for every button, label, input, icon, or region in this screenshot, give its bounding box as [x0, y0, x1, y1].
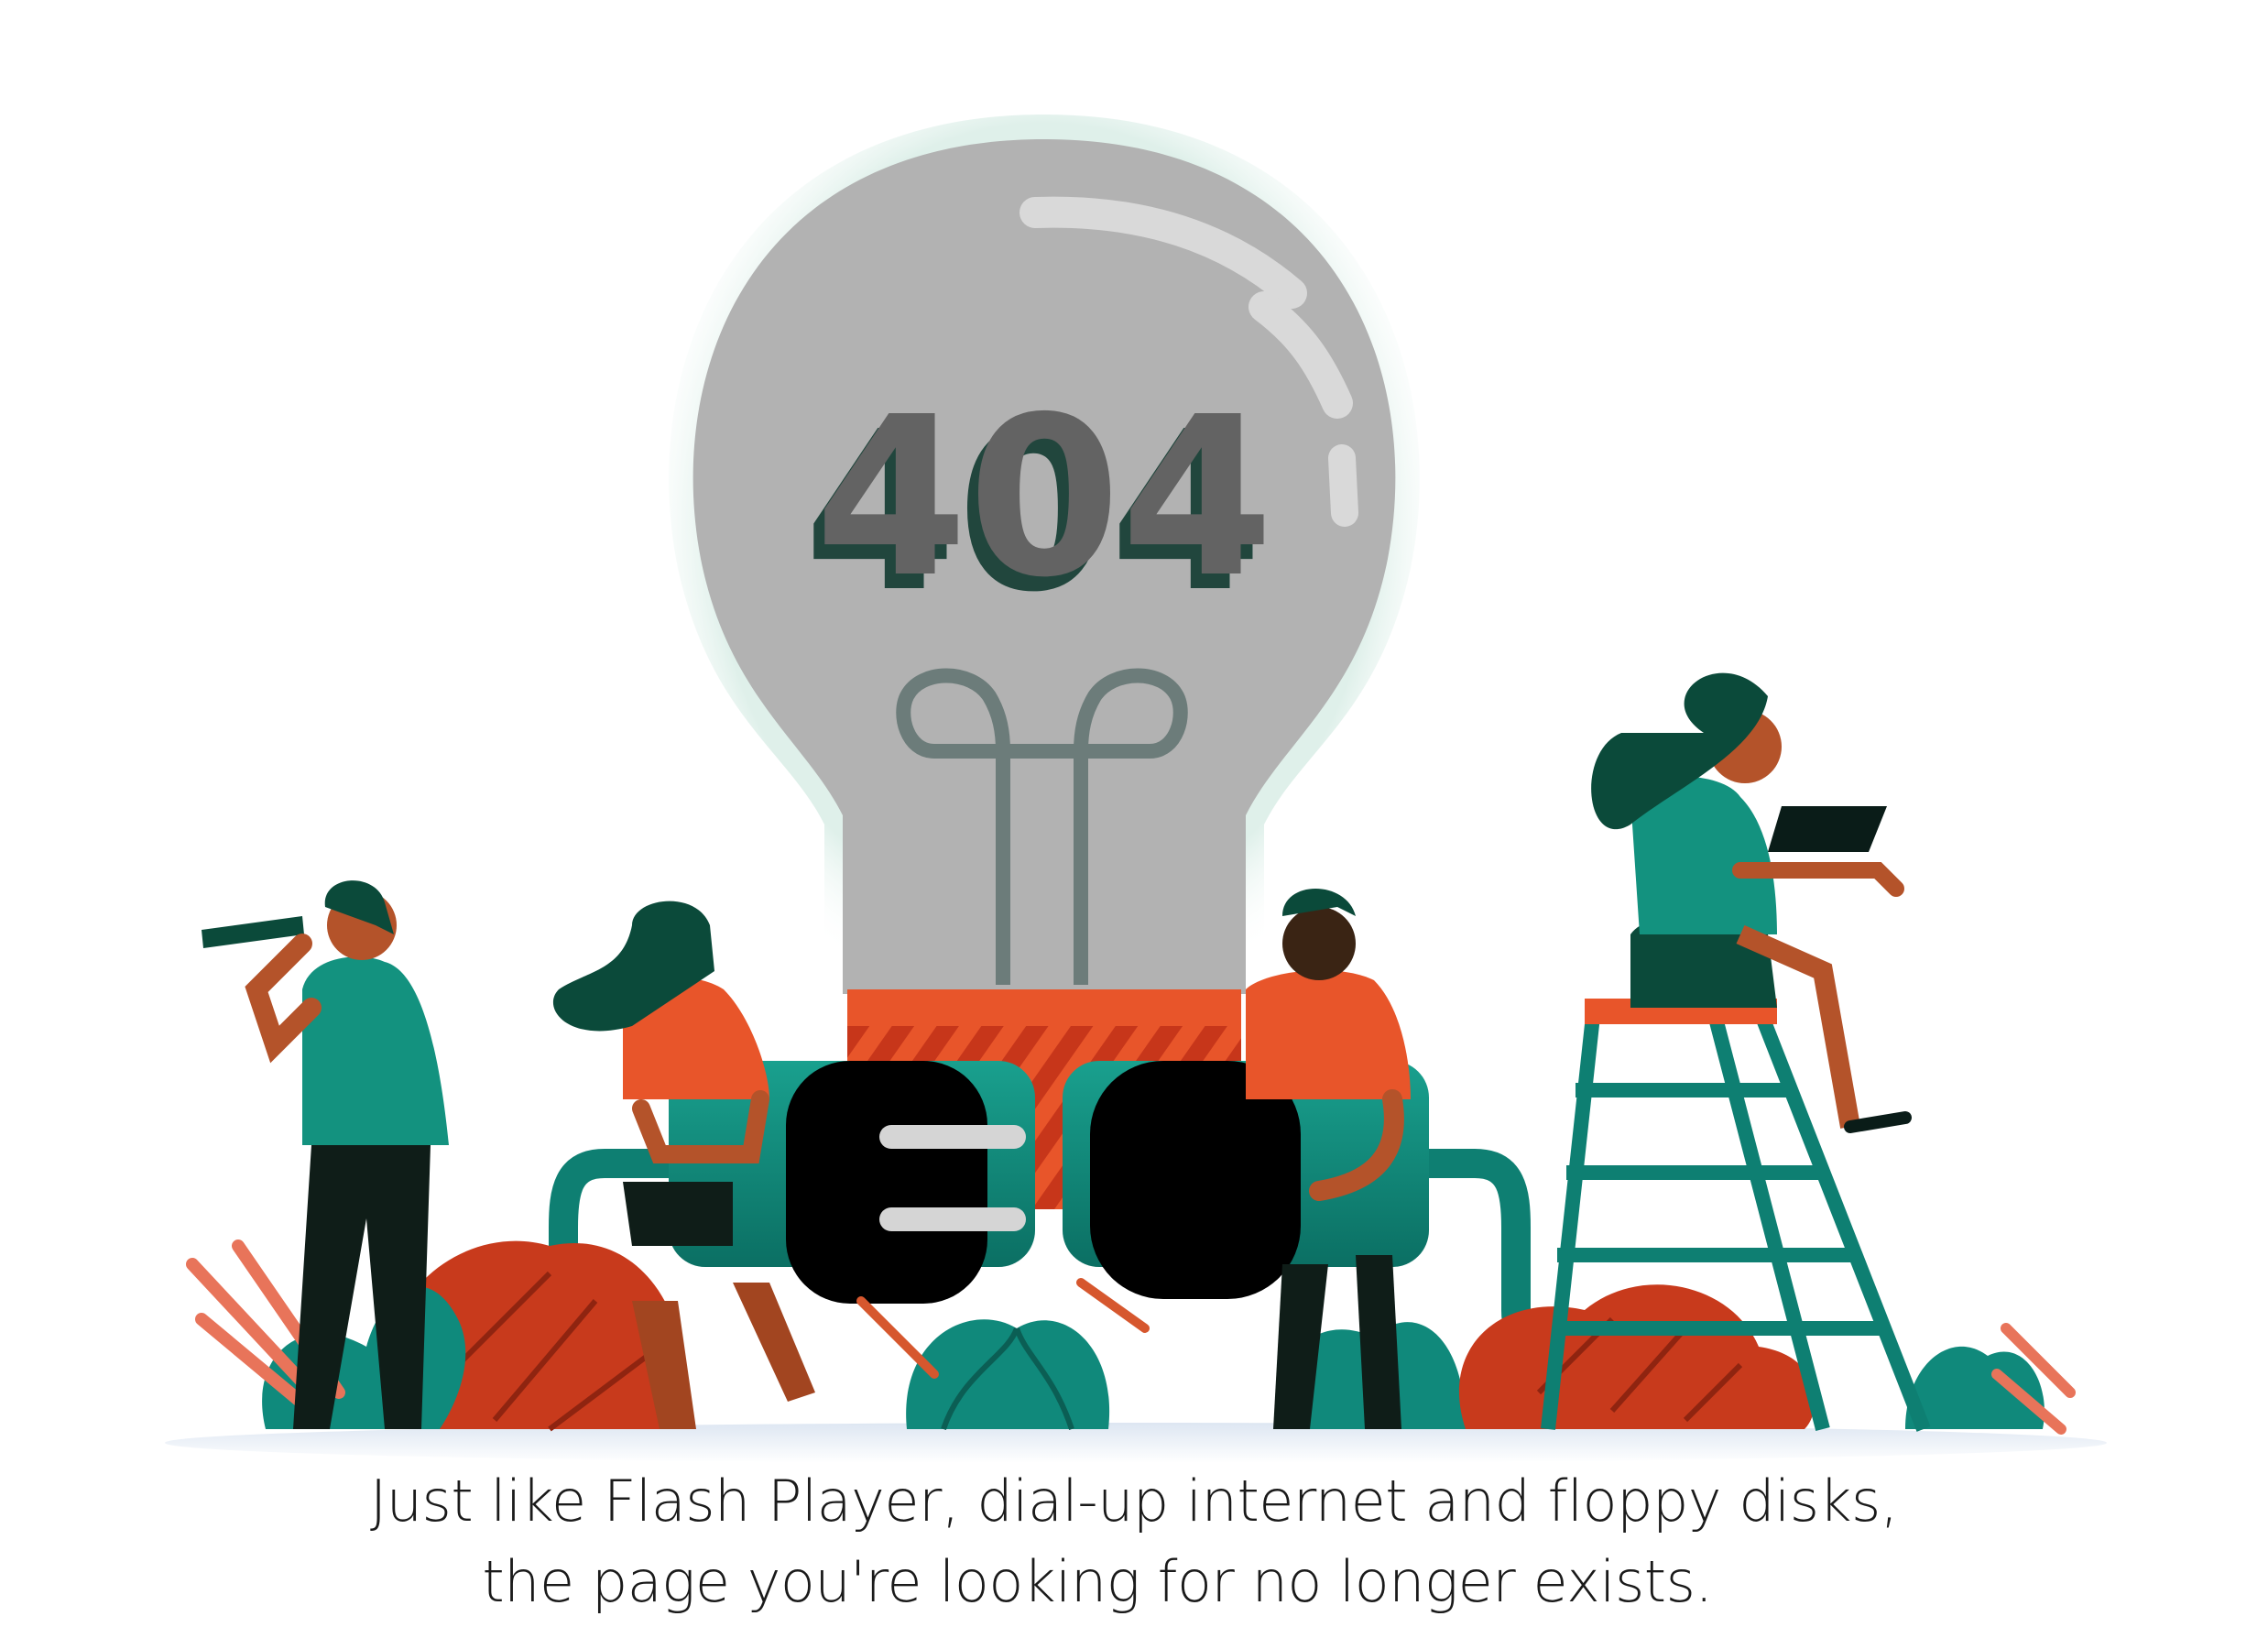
error-message: Just like Flash Player, dial-up internet… — [0, 1461, 2268, 1622]
person-woman-laptop — [1591, 672, 1912, 1133]
error-message-line-2: the page you're looking for no longer ex… — [482, 1548, 1713, 1615]
plants-right — [1284, 1284, 2076, 1435]
plants-left — [186, 1239, 688, 1432]
error-illustration: 404 404 — [165, 115, 2107, 1463]
error-message-line-1: Just like Flash Player, dial-up internet… — [369, 1468, 1899, 1534]
plants-center — [856, 1278, 1150, 1430]
error-code-front: 404 — [815, 369, 1274, 626]
